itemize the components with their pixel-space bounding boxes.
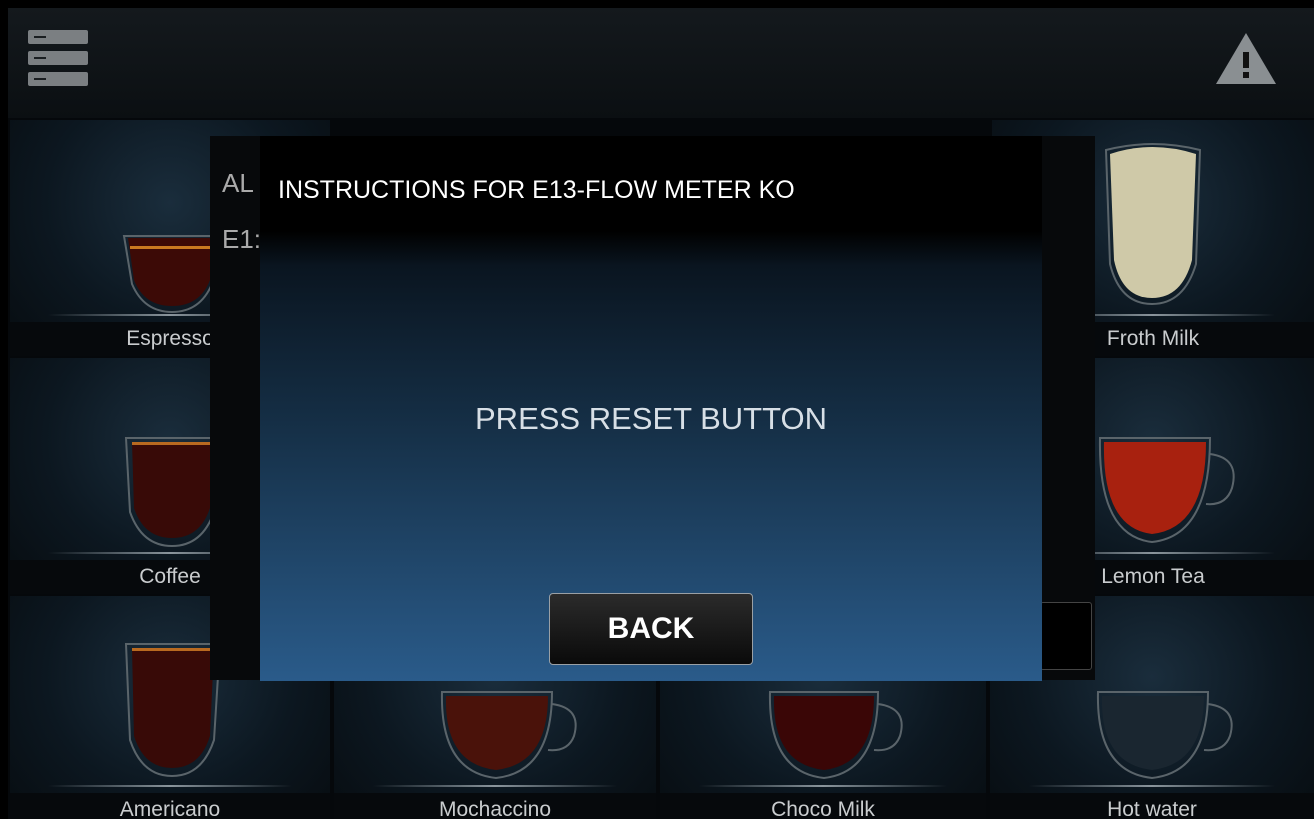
warning-icon[interactable] [1214, 30, 1278, 86]
alarm-dialog-title: AL [222, 168, 254, 198]
instruction-modal: INSTRUCTIONS FOR E13-FLOW METER KO PRESS… [260, 136, 1042, 681]
alarm-dialog-button[interactable] [1040, 602, 1092, 670]
back-button[interactable]: BACK [549, 593, 753, 665]
beverage-label: Choco Milk [660, 793, 986, 819]
beverage-label: Americano [10, 793, 330, 819]
menu-list-icon[interactable] [28, 30, 88, 88]
beverage-label: Hot water [990, 793, 1314, 819]
top-bar [8, 8, 1314, 118]
modal-title: INSTRUCTIONS FOR E13-FLOW METER KO [278, 176, 795, 204]
alarm-dialog-code: E1: [222, 224, 262, 254]
beverage-label: Mochaccino [334, 793, 656, 819]
modal-message: PRESS RESET BUTTON [475, 401, 827, 436]
